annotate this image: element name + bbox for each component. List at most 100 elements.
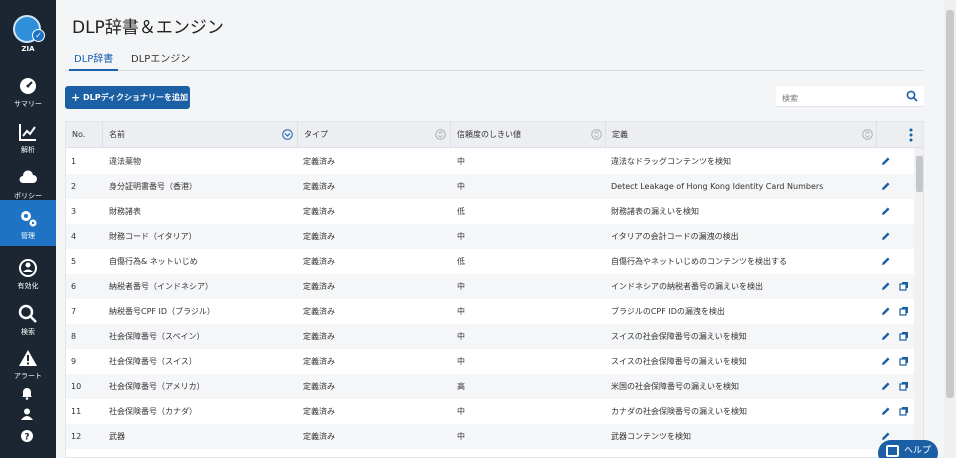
cell-name: 社会保険番号（カナダ） <box>109 407 197 416</box>
sort-icon[interactable] <box>591 129 602 140</box>
copy-icon[interactable] <box>899 306 909 316</box>
copy-icon[interactable] <box>899 356 909 366</box>
tab-dlp-engine[interactable]: DLPエンジン <box>126 50 195 71</box>
page-scrollbar[interactable] <box>944 0 956 458</box>
table-row[interactable]: 1 違法薬物 定義済み 中 違法なドラッグコンテンツを検知 <box>66 149 914 174</box>
svg-text:?: ? <box>24 433 29 443</box>
table-row[interactable]: 5 自傷行為& ネットいじめ 定義済み 低 自傷行為やネットいじめのコンテンツを検出する <box>66 249 914 274</box>
edit-pencil-icon[interactable] <box>881 406 891 416</box>
table-row[interactable]: 3 財務諸表 定義済み 低 財務諸表の漏えいを検知 <box>66 199 914 224</box>
bell-icon[interactable] <box>20 386 34 400</box>
alert-icon <box>19 350 37 366</box>
cell-definition: カナダの社会保険番号の漏えいを検知 <box>611 407 747 416</box>
cell-no: 3 <box>71 207 77 216</box>
cell-type: 定義済み <box>303 382 335 391</box>
cell-threshold: 中 <box>457 282 465 291</box>
scrollbar-thumb[interactable] <box>916 156 923 192</box>
sort-active-icon[interactable] <box>282 129 293 140</box>
sidebar-item-label: 管理 <box>21 232 35 240</box>
edit-pencil-icon[interactable] <box>881 256 891 266</box>
help-circle-icon[interactable]: ? <box>20 429 34 443</box>
edit-pencil-icon[interactable] <box>881 281 891 291</box>
cell-definition: 違法なドラッグコンテンツを検知 <box>611 157 731 166</box>
copy-icon[interactable] <box>899 406 909 416</box>
search-input[interactable] <box>776 88 896 109</box>
cell-threshold: 中 <box>457 432 465 441</box>
table-row[interactable]: 8 社会保障番号（スペイン） 定義済み 中 スイスの社会保障番号の漏えいを検知 <box>66 324 914 349</box>
table-row[interactable]: 10 社会保障番号（アメリカ） 定義済み 高 米国の社会保障番号の漏えいを検知 <box>66 374 914 399</box>
cell-definition: ブラジルのCPF IDの漏洩を検出 <box>611 307 725 316</box>
cell-definition: 財務諸表の漏えいを検知 <box>611 207 699 216</box>
search-icon <box>18 304 37 323</box>
cell-no: 7 <box>71 307 77 316</box>
cell-name: 財務コード（イタリア） <box>109 232 197 241</box>
sort-icon[interactable] <box>862 129 873 140</box>
column-header-actions <box>876 122 923 148</box>
copy-icon[interactable] <box>899 331 909 341</box>
edit-pencil-icon[interactable] <box>881 381 891 391</box>
sidebar-item-summary[interactable]: サマリー <box>0 68 56 114</box>
cell-no: 2 <box>71 182 77 191</box>
search-box <box>776 86 924 109</box>
table-row[interactable]: 11 社会保険番号（カナダ） 定義済み 中 カナダの社会保険番号の漏えいを検知 <box>66 399 914 424</box>
cell-name: 納税者番号（インドネシア） <box>109 282 213 291</box>
edit-pencil-icon[interactable] <box>881 206 891 216</box>
cell-threshold: 高 <box>457 382 465 391</box>
edit-pencil-icon[interactable] <box>881 181 891 191</box>
table-scrollbar[interactable] <box>914 148 923 457</box>
cell-type: 定義済み <box>303 257 335 266</box>
more-vertical-icon[interactable] <box>909 128 913 142</box>
edit-pencil-icon[interactable] <box>881 231 891 241</box>
cell-no: 12 <box>71 432 82 441</box>
cell-type: 定義済み <box>303 232 335 241</box>
dictionary-table: No. 名前 タイプ 信頼度のしきい値 定義 1 違法薬物 定義済み中違法なドラッグ… <box>65 121 924 458</box>
user-icon[interactable] <box>20 407 34 421</box>
table-row[interactable]: 6 納税者番号（インドネシア） 定義済み 中 インドネシアの納税者番号の漏えいを検出 <box>66 274 914 299</box>
edit-pencil-icon[interactable] <box>881 306 891 316</box>
copy-icon[interactable] <box>899 281 909 291</box>
scrollbar-thumb[interactable] <box>946 10 954 398</box>
sidebar-item-analysis[interactable]: 解析 <box>0 114 56 160</box>
tab-dlp-dictionary[interactable]: DLP辞書 <box>69 50 119 71</box>
cell-no: 10 <box>71 382 82 391</box>
sort-icon[interactable] <box>435 129 446 140</box>
table-row[interactable]: 7 納税番号CPF ID（ブラジル） 定義済み 中 ブラジルのCPF IDの漏洩を検出 <box>66 299 914 324</box>
help-box-icon <box>886 445 899 457</box>
copy-icon[interactable] <box>899 381 909 391</box>
cell-type: 定義済み <box>303 182 335 191</box>
cell-name: 違法薬物 <box>109 157 141 166</box>
table-row[interactable]: 9 社会保障番号（スイス） 定義済み 中 スイスの社会保障番号の漏えいを検知 <box>66 349 914 374</box>
table-header: No. 名前 タイプ 信頼度のしきい値 定義 <box>66 122 923 148</box>
cell-threshold: 中 <box>457 157 465 166</box>
add-dictionary-label: DLPディクショナリーを追加 <box>83 93 189 102</box>
help-button[interactable]: ヘルプ <box>878 440 938 458</box>
sidebar-item-label: サマリー <box>14 100 42 108</box>
search-icon[interactable] <box>906 90 918 102</box>
sidebar-item-search[interactable]: 検索 <box>0 296 56 342</box>
sidebar-item-activation[interactable]: 有効化 <box>0 250 56 296</box>
edit-pencil-icon[interactable] <box>881 356 891 366</box>
activate-icon <box>19 259 37 277</box>
cloud-icon <box>19 170 37 183</box>
add-dictionary-button[interactable]: + DLPディクショナリーを追加 <box>65 86 190 109</box>
zia-logo[interactable]: ✓ ZIA <box>0 0 56 62</box>
cell-type: 定義済み <box>303 207 335 216</box>
cell-type: 定義済み <box>303 157 335 166</box>
edit-pencil-icon[interactable] <box>881 156 891 166</box>
column-header-type[interactable]: タイプ <box>297 122 450 148</box>
table-row[interactable]: 12 武器 定義済み 中 武器コンテンツを検知 <box>66 424 914 449</box>
column-header-definition[interactable]: 定義 <box>605 122 876 148</box>
column-header-threshold[interactable]: 信頼度のしきい値 <box>450 122 605 148</box>
sidebar-item-admin[interactable]: 管理 <box>0 200 56 246</box>
cell-threshold: 中 <box>457 332 465 341</box>
cell-threshold: 中 <box>457 182 465 191</box>
column-header-no: No. <box>72 130 86 139</box>
table-row[interactable]: 2 身分証明書番号（香港） 定義済み 中 Detect Leakage of Hong … <box>66 174 914 199</box>
cell-definition: スイスの社会保障番号の漏えいを検知 <box>611 332 747 341</box>
tab-bar: DLP辞書 DLPエンジン <box>65 44 924 71</box>
column-header-name[interactable]: 名前 <box>102 122 297 148</box>
sidebar-item-alert[interactable]: アラート <box>0 340 56 386</box>
table-row[interactable]: 4 財務コード（イタリア） 定義済み 中 イタリアの会計コードの漏洩の検出 <box>66 224 914 249</box>
edit-pencil-icon[interactable] <box>881 331 891 341</box>
cell-definition: 米国の社会保障番号の漏えいを検知 <box>611 382 739 391</box>
